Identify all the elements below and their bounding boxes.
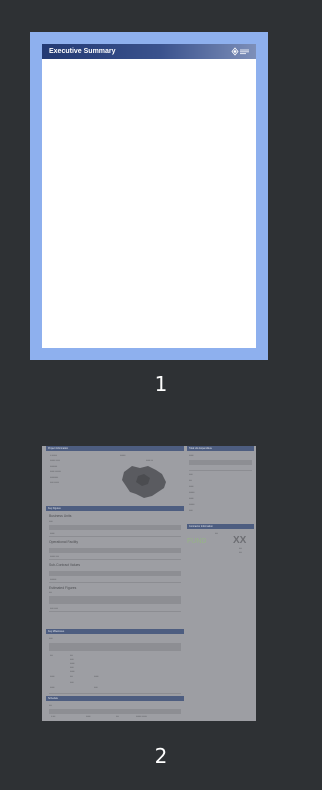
placeholder-text: ▪▪▪▪▪ — [94, 675, 99, 678]
placeholder-text: ▪▪▪ — [116, 715, 119, 718]
placeholder-text: ▪ ▪▪▪▪▪▪ — [50, 454, 58, 457]
subsection-title: Estimated Figures — [49, 586, 77, 590]
placeholder-text: ▪▪▪▪▪▪ ▪▪▪▪▪ — [136, 715, 147, 718]
placeholder-text: ▪▪▪ — [50, 654, 53, 657]
thumbnail-right-column: Total Life Expenditure ▪▪▪▪▪ ▪▪▪▪ ▪▪▪ ▪▪… — [187, 446, 254, 566]
placeholder-text: ▪▪▪▪▪▪▪▪▪ — [50, 476, 59, 479]
placeholder-text: ▪▪▪▪▪ — [50, 686, 55, 689]
section-bar-project-info: Project Information — [46, 446, 184, 451]
placeholder-text: ▪▪▪▪▪▪▪▪ — [50, 465, 58, 468]
placeholder-text: ▪▪▪ — [239, 547, 242, 550]
placeholder-text: ▪ ▪▪▪ — [51, 715, 56, 718]
placeholder-text: ▪▪▪▪ — [49, 637, 53, 640]
fund-value: XX — [233, 535, 247, 546]
section-label: Key Milestones — [48, 630, 65, 633]
placeholder-text: ▪▪▪▪▪ ▪▪ — [146, 459, 154, 462]
thumbnail-header-bar: Executive Summary — [42, 44, 256, 59]
placeholder-text: ▪▪▪▪ — [94, 686, 98, 689]
section-label: Total Life Expenditure — [189, 447, 212, 450]
page-thumbnail-1[interactable]: Executive Summary — [42, 44, 256, 348]
table-header-row — [49, 709, 181, 714]
placeholder-text: ▪▪▪▪ — [189, 509, 193, 512]
placeholder-text: ▪▪▪▪ — [70, 658, 74, 661]
placeholder-text: ▪▪▪ — [49, 591, 52, 594]
table-header-row — [49, 596, 181, 604]
table-header-row — [49, 525, 181, 530]
placeholder-text: ▪▪▪▪ — [189, 473, 193, 476]
placeholder-text: ▪▪▪▪▪ ▪▪▪▪▪▪ — [50, 470, 61, 473]
placeholder-text: ▪▪▪▪▪▪ — [189, 503, 195, 506]
placeholder-text: ▪▪▪ — [239, 551, 242, 554]
table-divider — [49, 536, 181, 537]
placeholder-text: ▪▪▪▪▪ — [70, 662, 75, 665]
placeholder-text: ▪▪▪▪▪ — [189, 454, 194, 457]
placeholder-text: ▪▪▪▪▪▪ — [120, 454, 126, 457]
page-thumbnail-sidebar: Executive Summary 1 Project Information … — [0, 0, 322, 790]
fund-label: FUND — [187, 538, 207, 545]
placeholder-text: ▪▪▪▪▪▪▪ — [50, 578, 57, 581]
section-bar-life-expenditure: Total Life Expenditure — [187, 446, 254, 451]
placeholder-text: ▪▪▪▪ — [70, 666, 74, 669]
table-divider — [189, 470, 252, 471]
page-number-1: 1 — [154, 372, 168, 396]
thumbnail-left-column: Project Information ▪ ▪▪▪▪▪▪ ▪▪▪▪▪▪ ▪▪▪▪… — [46, 446, 184, 721]
placeholder-text: ▪▪▪▪▪ — [70, 670, 75, 673]
page-thumbnail-2[interactable]: Project Information ▪ ▪▪▪▪▪▪ ▪▪▪▪▪▪ ▪▪▪▪… — [42, 446, 256, 721]
subsection-title: Operational Facility — [49, 540, 79, 544]
section-bar-key-figures: Key Figures — [46, 506, 184, 511]
placeholder-text: ▪▪▪▪ — [70, 681, 74, 684]
section-bar-contractor: Contractor Information — [187, 524, 254, 529]
section-bar-key-milestones: Key Milestones — [46, 629, 184, 634]
region-map-image — [122, 466, 166, 498]
placeholder-text: ▪▪▪▪ — [49, 520, 53, 523]
table-divider — [49, 582, 181, 583]
section-bar-schedule: Schedule — [46, 696, 184, 701]
placeholder-text: ▪▪▪▪ ▪▪▪▪▪ — [50, 481, 59, 484]
section-label: Project Information — [48, 447, 69, 450]
table-header-row — [189, 460, 252, 465]
placeholder-text: ▪▪▪▪▪ — [86, 715, 91, 718]
subsection-title: Sub-Contract Values — [49, 563, 81, 567]
placeholder-text: ▪▪▪▪▪ — [50, 675, 55, 678]
placeholder-text: ▪▪▪▪▪▪ — [189, 491, 195, 494]
page-number-2: 2 — [154, 744, 168, 768]
placeholder-text: ▪▪▪ — [49, 704, 52, 707]
placeholder-text: ▪▪▪▪▪▪ ▪▪▪ — [50, 555, 59, 558]
company-logo-icon — [231, 47, 249, 56]
section-label: Schedule — [48, 697, 58, 700]
section-label: Key Figures — [48, 507, 61, 510]
placeholder-text: ▪▪▪▪▪▪ ▪▪▪▪ — [50, 459, 60, 462]
placeholder-text: ▪▪▪▪▪ — [189, 485, 194, 488]
placeholder-text: ▪▪▪ — [215, 532, 218, 535]
section-label: Contractor Information — [189, 525, 213, 528]
table-header-row — [49, 571, 181, 576]
placeholder-text: ▪▪▪▪ ▪▪▪▪ — [50, 607, 59, 610]
placeholder-text: ▪▪▪▪▪ — [50, 532, 55, 535]
table-divider — [49, 611, 181, 612]
placeholder-text: ▪▪▪ — [70, 654, 73, 657]
table-divider — [49, 693, 181, 694]
placeholder-text: ▪▪▪▪▪ — [189, 497, 194, 500]
placeholder-text: ▪▪▪ — [189, 479, 192, 482]
placeholder-text: ▪▪▪ — [70, 675, 73, 678]
table-header-row — [49, 643, 181, 651]
table-header-row — [49, 548, 181, 553]
table-divider — [49, 559, 181, 560]
thumbnail-header-title: Executive Summary — [49, 48, 116, 55]
subsection-title: Business Units — [49, 514, 72, 518]
